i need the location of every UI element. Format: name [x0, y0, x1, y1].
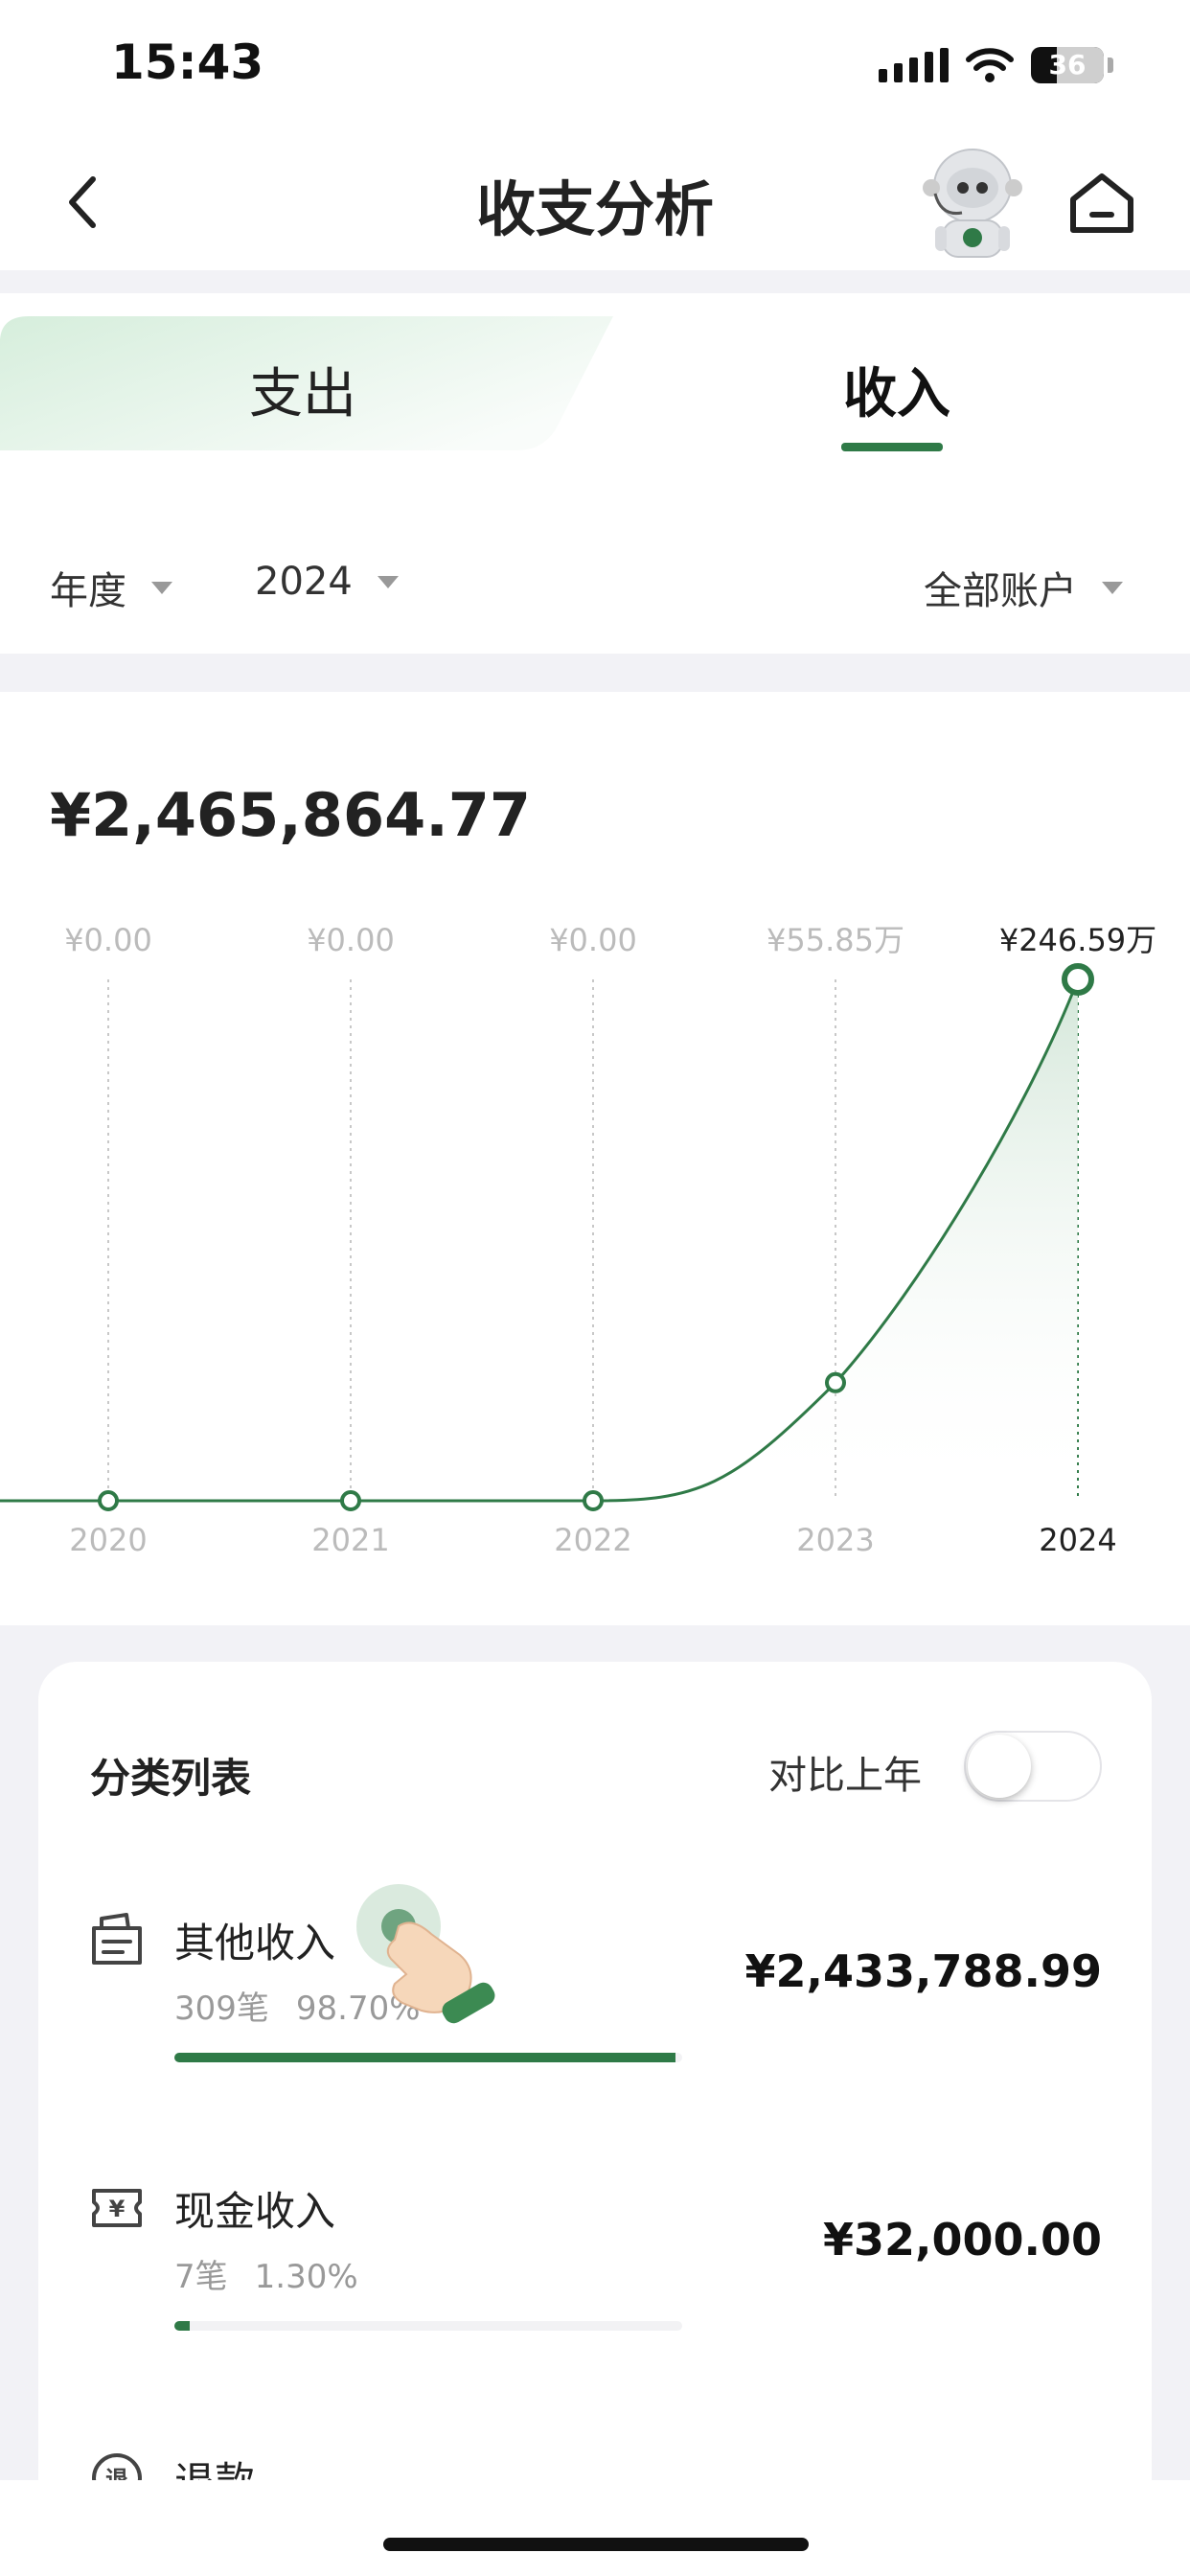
home-icon[interactable] — [1065, 167, 1138, 240]
tab-expense[interactable]: 支出 — [249, 351, 356, 428]
year-dropdown[interactable]: 2024 — [255, 560, 399, 604]
chart-data-label: ¥0.00 — [64, 922, 152, 958]
wifi-icon — [966, 48, 1014, 82]
home-indicator[interactable] — [383, 2538, 809, 2551]
status-time: 15:43 — [111, 34, 264, 90]
caret-down-icon — [151, 581, 172, 594]
category-list-card: 分类列表 对比上年 其他收入 309笔 98.70% ¥2,433,788.99 … — [38, 1662, 1152, 2576]
status-bar: 15:43 36 — [0, 0, 1190, 134]
category-progress-bar — [174, 2321, 682, 2331]
category-count: 7笔 — [174, 2258, 228, 2296]
category-progress-bar — [174, 2053, 682, 2062]
caret-down-icon — [1102, 581, 1123, 594]
chart-data-label: ¥246.59万 — [999, 922, 1156, 958]
category-count: 309笔 — [174, 1990, 269, 2028]
touch-indicator-icon — [356, 1884, 495, 2024]
tab-income-underline — [841, 443, 943, 451]
chart-tick-label: 2023 — [796, 1522, 874, 1558]
home-indicator-area — [0, 2480, 1190, 2576]
category-row-cash-income[interactable]: ¥ 现金收入 7笔 1.30% ¥32,000.00 — [38, 2175, 1152, 2405]
income-chart-card: ¥2,465,864.77 ¥0.00 2020 ¥0.00 2021 ¥0.00 202… — [0, 692, 1190, 1625]
chart-tick-label: 2021 — [311, 1522, 389, 1558]
robot-assistant-icon[interactable] — [920, 144, 1025, 264]
category-percent: 1.30% — [254, 2258, 358, 2296]
battery-icon: 36 — [1031, 47, 1104, 83]
battery-level: 36 — [1048, 49, 1087, 80]
cellular-signal-icon — [879, 48, 949, 82]
income-line-chart[interactable]: ¥0.00 2020 ¥0.00 2021 ¥0.00 2022 ¥55.85万 2023 ¥2… — [0, 692, 1190, 1625]
period-value: 年度 — [50, 569, 126, 613]
chart-point — [98, 1490, 119, 1511]
chart-data-label: ¥0.00 — [307, 922, 395, 958]
navigation-bar: 收支分析 — [0, 134, 1190, 270]
category-list-title: 分类列表 — [90, 1755, 252, 1802]
account-dropdown[interactable]: 全部账户 — [924, 560, 1123, 615]
chart-tick-label: 2024 — [1039, 1522, 1116, 1558]
category-amount: ¥32,000.00 — [822, 2214, 1102, 2266]
receipt-icon — [92, 1913, 142, 1965]
tabs-filter-card: 支出 收入 年度 2024 全部账户 — [0, 293, 1190, 654]
tab-income[interactable]: 收入 — [843, 351, 950, 428]
category-amount: ¥2,433,788.99 — [744, 1945, 1103, 1997]
cash-icon: ¥ — [92, 2189, 142, 2227]
chart-data-label: ¥55.85万 — [767, 922, 904, 958]
category-name: 现金收入 — [174, 2188, 336, 2235]
svg-text:¥: ¥ — [109, 2196, 126, 2222]
status-icons: 36 — [879, 42, 1113, 88]
chart-tick-label: 2022 — [554, 1522, 631, 1558]
category-meta: 7笔 1.30% — [174, 2250, 358, 2297]
category-row-other-income[interactable]: 其他收入 309笔 98.70% ¥2,433,788.99 — [38, 1907, 1152, 2137]
chart-point — [583, 1490, 604, 1511]
period-dropdown[interactable]: 年度 — [50, 560, 172, 615]
account-value: 全部账户 — [924, 569, 1077, 613]
compare-last-year-toggle[interactable] — [964, 1731, 1102, 1802]
caret-down-icon — [377, 575, 399, 588]
chart-data-label: ¥0.00 — [549, 922, 637, 958]
chart-point — [825, 1371, 846, 1393]
chart-point — [340, 1490, 361, 1511]
compare-last-year-label: 对比上年 — [768, 1754, 922, 1798]
year-value: 2024 — [255, 560, 353, 604]
chart-point — [1062, 963, 1094, 996]
chart-tick-label: 2020 — [69, 1522, 147, 1558]
